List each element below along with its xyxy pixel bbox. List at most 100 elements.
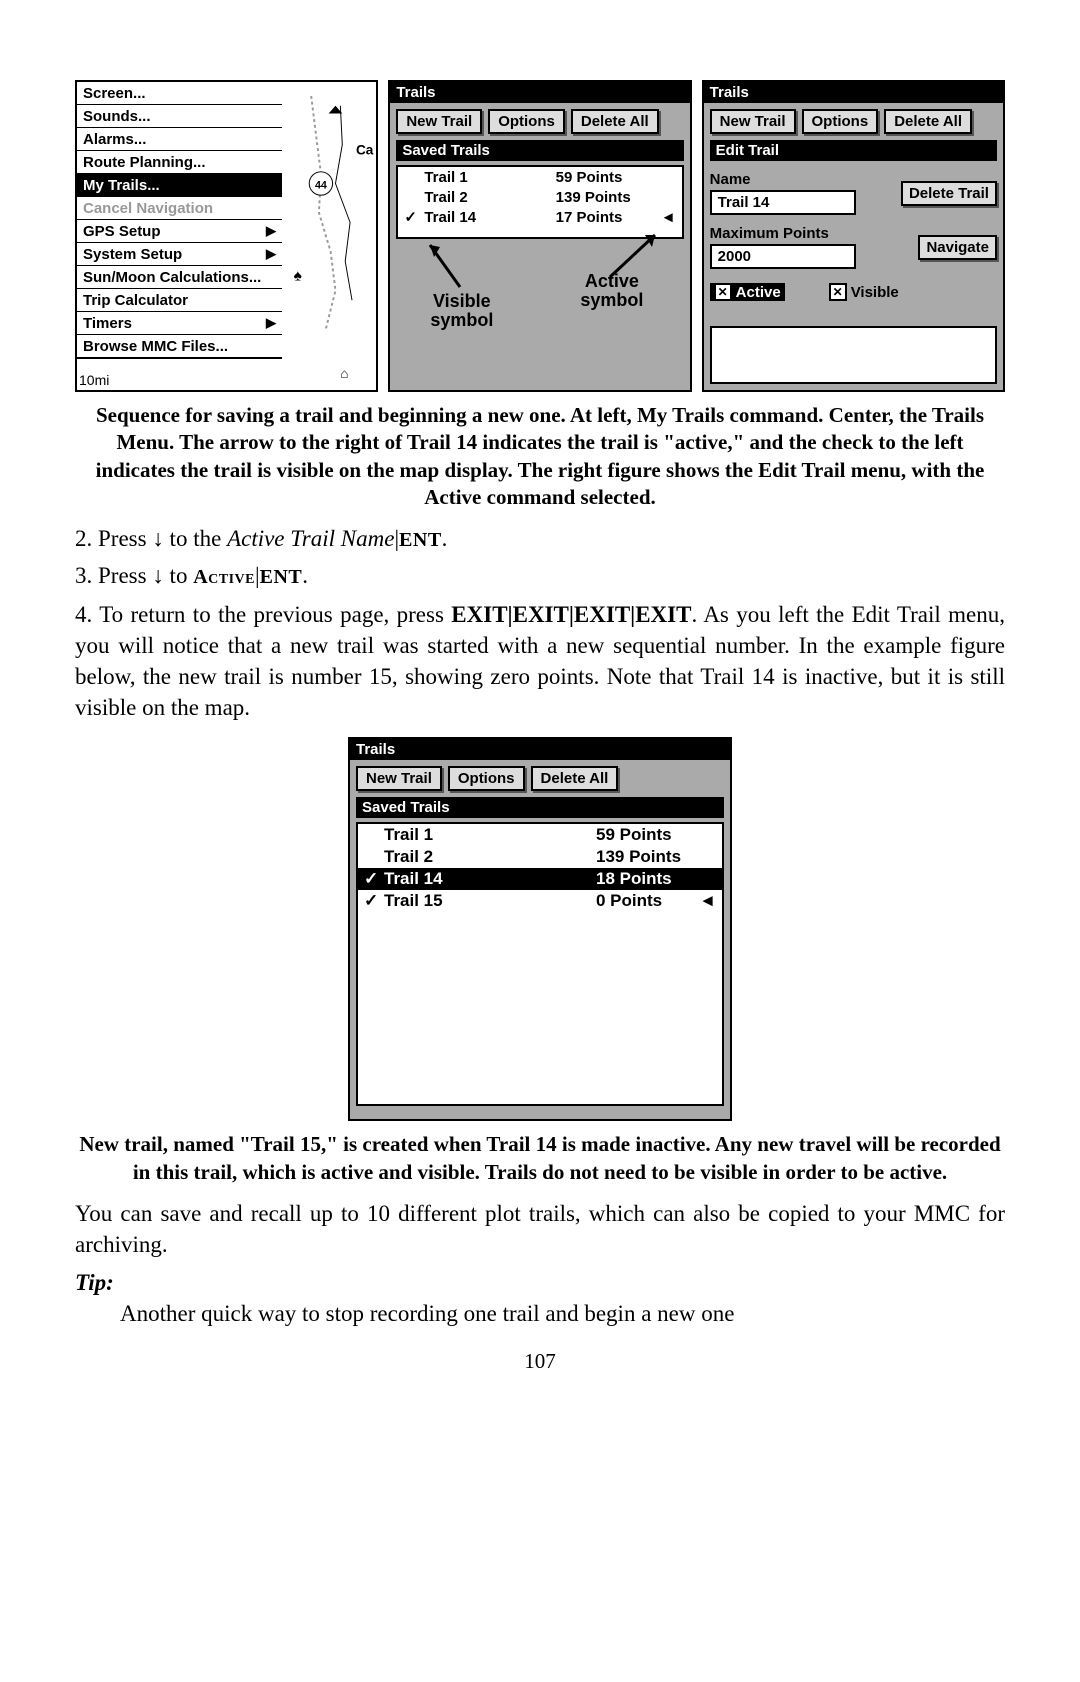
menu-item-my-trails[interactable]: My Trails...: [77, 174, 282, 197]
menu-item-sun-moon[interactable]: Sun/Moon Calculations...: [77, 266, 282, 289]
trail-points: 139 Points: [556, 189, 656, 206]
step-2: 2. Press ↓ to the Active Trail Name|ENT.: [75, 523, 1005, 554]
visible-checkbox-label: Visible: [851, 284, 899, 301]
tip-heading: Tip:: [75, 1270, 1005, 1296]
trail-name: Trail 15: [380, 891, 596, 911]
map-preview: 44 Ca ♠ ⌂: [282, 82, 376, 390]
tip-text: Another quick way to stop recording one …: [120, 1298, 1005, 1329]
trail-name: Trail 1: [420, 169, 555, 186]
trail-row[interactable]: Trail 2 139 Points: [398, 187, 681, 207]
trail-points: 0 Points: [596, 891, 696, 911]
trail-points: 18 Points: [596, 869, 696, 889]
edit-trail-blank-area: [710, 326, 997, 384]
trails-titlebar: Trails: [704, 82, 1003, 103]
max-points-input[interactable]: 2000: [710, 244, 856, 269]
panel-edit-trail: Trails New Trail Options Delete All Edit…: [702, 80, 1005, 392]
trail-row[interactable]: ✓ Trail 15 0 Points ◄: [358, 890, 722, 912]
exit-sequence: EXIT|EXIT|EXIT|EXIT: [451, 602, 691, 627]
menu-item-trip-calc[interactable]: Trip Calculator: [77, 289, 282, 312]
menu-item-cancel-nav: Cancel Navigation: [77, 197, 282, 220]
options-button[interactable]: Options: [802, 109, 879, 134]
map-graphic: 44 Ca ♠ ⌂: [282, 82, 376, 390]
max-points-label: Maximum Points: [710, 225, 913, 242]
annotation-active-label: Active symbol: [580, 272, 643, 310]
saved-trails-header: Saved Trails: [356, 797, 724, 818]
options-button[interactable]: Options: [488, 109, 565, 134]
submenu-arrow-icon: ▶: [266, 246, 276, 262]
step-3: 3. Press ↓ to Active|ENT.: [75, 560, 1005, 591]
trail-name: Trail 2: [420, 189, 555, 206]
figure-2-wrap: Trails New Trail Options Delete All Save…: [75, 737, 1005, 1121]
trail-name: Trail 14: [380, 869, 596, 889]
figure-caption-2: New trail, named "Trail 15," is created …: [75, 1131, 1005, 1186]
visible-check-icon: ✓: [404, 208, 420, 226]
trail-name-input[interactable]: Trail 14: [710, 190, 856, 215]
navigate-button[interactable]: Navigate: [918, 235, 997, 260]
active-checkbox[interactable]: ✕ Active: [710, 283, 785, 301]
name-label: Name: [710, 171, 895, 188]
delete-all-button[interactable]: Delete All: [531, 766, 619, 791]
menu-item-gps-setup[interactable]: GPS Setup▶: [77, 220, 282, 243]
active-arrow-icon: ◄: [696, 891, 716, 911]
visible-check-icon: ✓: [364, 891, 380, 911]
figure-caption-1: Sequence for saving a trail and beginnin…: [75, 402, 1005, 511]
checkbox-icon: ✕: [829, 283, 847, 301]
checkbox-icon: ✕: [714, 283, 732, 301]
delete-all-button[interactable]: Delete All: [571, 109, 659, 134]
trail-row[interactable]: Trail 2 139 Points: [358, 846, 722, 868]
trail-points: 59 Points: [596, 825, 696, 845]
page-number: 107: [75, 1349, 1005, 1374]
trail-points: 139 Points: [596, 847, 696, 867]
trail-row[interactable]: Trail 1 59 Points: [358, 824, 722, 846]
options-button[interactable]: Options: [448, 766, 525, 791]
svg-text:Ca: Ca: [356, 142, 374, 157]
trails-titlebar: Trails: [350, 739, 730, 760]
panel-trails-after: Trails New Trail Options Delete All Save…: [348, 737, 732, 1121]
active-arrow-icon: ◄: [656, 209, 676, 226]
menu-item-screen[interactable]: Screen...: [77, 82, 282, 105]
trail-name: Trail 14: [420, 209, 555, 226]
edit-trail-header: Edit Trail: [710, 140, 997, 161]
panel-trails-menu: Trails New Trail Options Delete All Save…: [388, 80, 691, 392]
figure-row-top: Screen... Sounds... Alarms... Route Plan…: [75, 80, 1005, 392]
trail-row[interactable]: ✓ Trail 14 17 Points ◄: [398, 207, 681, 227]
system-menu: Screen... Sounds... Alarms... Route Plan…: [77, 82, 283, 359]
visible-check-icon: ✓: [364, 869, 380, 889]
trail-points: 17 Points: [556, 209, 656, 226]
submenu-arrow-icon: ▶: [266, 315, 276, 331]
saved-trails-header: Saved Trails: [396, 140, 683, 161]
trail-points: 59 Points: [556, 169, 656, 186]
svg-text:⌂: ⌂: [340, 366, 348, 381]
trails-titlebar: Trails: [390, 82, 689, 103]
trails-toolbar: New Trail Options Delete All: [390, 103, 689, 140]
annotation-arrow-visible: [420, 237, 480, 297]
step-4: 4. To return to the previous page, press…: [75, 599, 1005, 723]
menu-item-route-planning[interactable]: Route Planning...: [77, 151, 282, 174]
trail-row[interactable]: ✓ Trail 14 18 Points: [358, 868, 722, 890]
map-scale-label: 10mi: [79, 372, 109, 388]
annotation-visible-label: Visible symbol: [430, 292, 493, 330]
trails-toolbar: New Trail Options Delete All: [350, 760, 730, 797]
trail-name: Trail 1: [380, 825, 596, 845]
route-shield-label: 44: [315, 179, 327, 191]
menu-item-timers[interactable]: Timers▶: [77, 312, 282, 335]
trail-name: Trail 2: [380, 847, 596, 867]
new-trail-button[interactable]: New Trail: [710, 109, 796, 134]
new-trail-button[interactable]: New Trail: [396, 109, 482, 134]
menu-item-system-setup[interactable]: System Setup▶: [77, 243, 282, 266]
trails-toolbar: New Trail Options Delete All: [704, 103, 1003, 140]
panel-menu-map: Screen... Sounds... Alarms... Route Plan…: [75, 80, 378, 392]
menu-item-alarms[interactable]: Alarms...: [77, 128, 282, 151]
menu-item-browse-mmc[interactable]: Browse MMC Files...: [77, 335, 282, 358]
paragraph-save-recall: You can save and recall up to 10 differe…: [75, 1198, 1005, 1260]
trails-list: Trail 1 59 Points Trail 2 139 Points ✓ T…: [356, 822, 724, 1106]
delete-trail-button[interactable]: Delete Trail: [901, 181, 997, 206]
svg-text:♠: ♠: [294, 268, 302, 285]
visible-checkbox[interactable]: ✕ Visible: [825, 283, 903, 301]
submenu-arrow-icon: ▶: [266, 223, 276, 239]
menu-item-sounds[interactable]: Sounds...: [77, 105, 282, 128]
active-checkbox-label: Active: [736, 284, 781, 301]
delete-all-button[interactable]: Delete All: [884, 109, 972, 134]
trail-row[interactable]: Trail 1 59 Points: [398, 167, 681, 187]
new-trail-button[interactable]: New Trail: [356, 766, 442, 791]
